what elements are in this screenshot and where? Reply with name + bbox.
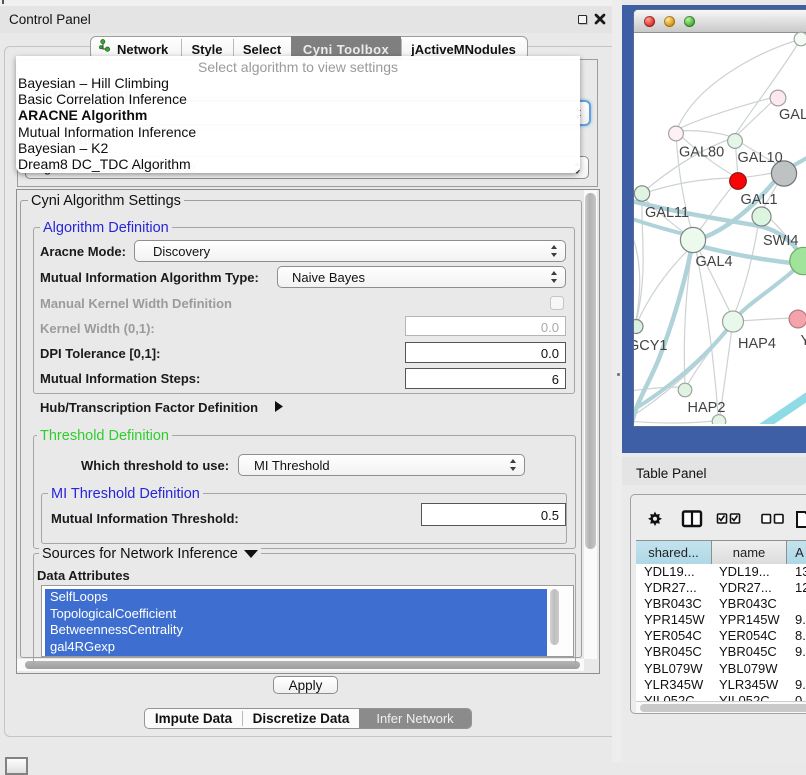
svg-text:GAL2: GAL2 xyxy=(779,107,806,123)
svg-text:Y: Y xyxy=(801,333,806,349)
svg-text:SWI4: SWI4 xyxy=(763,233,798,249)
svg-text:GCY1: GCY1 xyxy=(634,338,668,354)
svg-text:HAP4: HAP4 xyxy=(738,336,776,352)
svg-text:HAP2: HAP2 xyxy=(688,400,726,416)
svg-text:GAL1: GAL1 xyxy=(741,192,778,208)
svg-text:GAL4: GAL4 xyxy=(696,254,733,270)
svg-text:GAL10: GAL10 xyxy=(738,150,783,166)
svg-text:GAL80: GAL80 xyxy=(679,145,724,161)
svg-text:GAL11: GAL11 xyxy=(645,205,689,221)
